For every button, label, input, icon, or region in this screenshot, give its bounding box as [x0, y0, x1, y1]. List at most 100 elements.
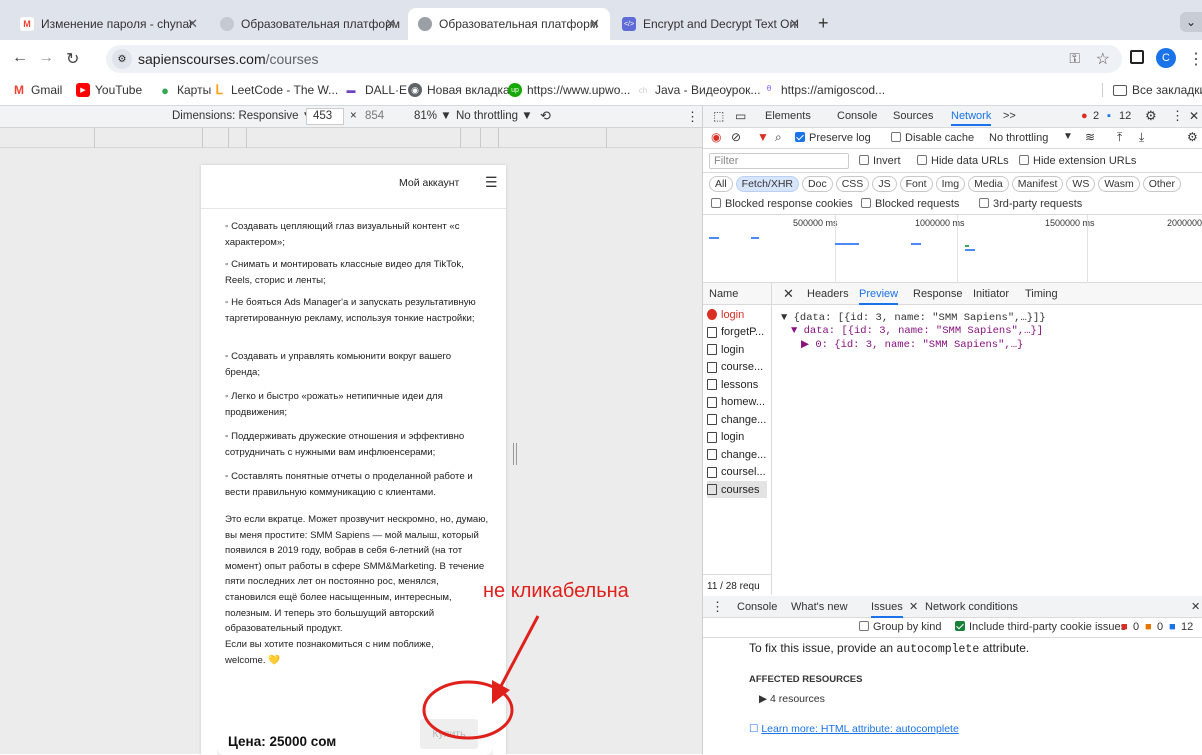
error-count[interactable]: 2: [1093, 110, 1099, 122]
blocked-cookies-checkbox[interactable]: Blocked response cookies: [711, 198, 853, 210]
bookmark-java[interactable]: ch Java - Видеоурок...: [636, 83, 761, 97]
request-row[interactable]: change...: [707, 446, 767, 463]
bookmark-youtube[interactable]: ▶ YouTube: [76, 83, 142, 97]
type-filter-img[interactable]: Img: [935, 176, 966, 192]
zoom-select[interactable]: 81% ▼: [414, 110, 452, 122]
bookmark-amigos[interactable]: ᶿ https://amigoscod...: [762, 83, 885, 97]
name-column-header[interactable]: Name: [709, 288, 738, 300]
invert-checkbox[interactable]: Invert: [859, 155, 901, 167]
tab-headers[interactable]: Headers: [807, 288, 849, 300]
preview-line-1[interactable]: ▼ data: [{id: 3, name: "SMM Sapiens",…}]: [791, 325, 1043, 337]
type-filter-font[interactable]: Font: [899, 176, 933, 192]
tab-0[interactable]: M Изменение пароля - chynar ✕: [10, 8, 208, 40]
tab-initiator[interactable]: Initiator: [973, 288, 1009, 300]
forward-icon[interactable]: →: [38, 49, 54, 67]
key-icon[interactable]: ⚿: [1069, 50, 1080, 67]
drawer-tab-console[interactable]: Console: [737, 601, 777, 613]
type-filter-ws[interactable]: WS: [1066, 176, 1096, 192]
hamburger-menu-icon[interactable]: ☰: [485, 174, 498, 191]
close-icon[interactable]: ✕: [789, 16, 800, 32]
all-bookmarks[interactable]: Все закладки: [1102, 83, 1202, 97]
drawer-tab-network-conditions[interactable]: Network conditions: [925, 601, 1018, 613]
type-filter-other[interactable]: Other: [1142, 176, 1181, 192]
inspect-icon[interactable]: ⬚: [713, 109, 724, 123]
drawer-tab-whats-new[interactable]: What's new: [791, 601, 848, 613]
wifi-icon[interactable]: ≋: [1085, 130, 1095, 144]
search-icon[interactable]: ⌕: [775, 130, 782, 145]
bookmark-newtab[interactable]: ◉ Новая вкладка: [408, 83, 510, 97]
request-row[interactable]: homew...: [707, 394, 767, 411]
request-row[interactable]: courses: [707, 481, 767, 498]
close-issues-icon[interactable]: ✕: [909, 600, 918, 613]
bookmark-dalle[interactable]: ▬ DALL·E: [342, 83, 408, 97]
drawer-menu-icon[interactable]: ⋮: [711, 599, 724, 615]
tab-response[interactable]: Response: [913, 288, 963, 300]
rotate-icon[interactable]: ⟲: [540, 108, 551, 124]
type-filter-doc[interactable]: Doc: [802, 176, 833, 192]
type-filter-js[interactable]: JS: [872, 176, 897, 192]
type-filter-manifest[interactable]: Manifest: [1011, 176, 1064, 192]
tab-preview[interactable]: Preview: [859, 288, 899, 305]
request-row[interactable]: lessons: [707, 376, 767, 393]
new-tab-button[interactable]: +: [818, 13, 829, 34]
menu-icon[interactable]: ⋮: [1188, 49, 1202, 69]
type-filter-all[interactable]: All: [709, 176, 733, 192]
back-icon[interactable]: ←: [12, 49, 28, 67]
preview-line-0[interactable]: ▼ {data: [{id: 3, name: "SMM Sapiens",…}…: [781, 312, 1046, 324]
tab-elements[interactable]: Elements: [765, 110, 811, 122]
bookmark-maps[interactable]: ● Карты: [158, 83, 211, 98]
request-row[interactable]: login: [707, 341, 767, 358]
network-settings-icon[interactable]: ⚙: [1187, 130, 1198, 144]
kebab-icon[interactable]: ⋮: [1171, 108, 1184, 124]
close-drawer-icon[interactable]: ✕: [1191, 600, 1200, 613]
clear-icon[interactable]: ⊘: [731, 130, 741, 144]
message-count[interactable]: 12: [1119, 110, 1131, 122]
request-row[interactable]: coursel...: [707, 464, 767, 481]
more-options-icon[interactable]: ⋮: [686, 109, 699, 125]
blocked-requests-checkbox[interactable]: Blocked requests: [861, 198, 959, 210]
close-devtools-icon[interactable]: ✕: [1189, 109, 1199, 123]
tab-search-icon[interactable]: ⌄: [1180, 12, 1202, 32]
dimensions-select[interactable]: Dimensions: Responsive ▼: [172, 110, 313, 122]
preserve-log-checkbox[interactable]: Preserve log: [795, 132, 871, 144]
network-throttling-select[interactable]: No throttling: [989, 132, 1048, 144]
device-toggle-icon[interactable]: ▭: [735, 109, 746, 123]
request-row[interactable]: change...: [707, 411, 767, 428]
tab-network[interactable]: Network: [951, 110, 992, 126]
tab-2-active[interactable]: Образовательная платформ ✕: [408, 8, 610, 40]
request-row[interactable]: forgetP...: [707, 324, 767, 341]
close-icon[interactable]: ✕: [589, 16, 600, 32]
download-icon[interactable]: ⤓: [1139, 130, 1144, 145]
tab-3[interactable]: </> Encrypt and Decrypt Text Onl ✕: [612, 8, 810, 40]
filter-input[interactable]: Filter: [709, 153, 849, 169]
tab-console[interactable]: Console: [837, 110, 877, 122]
resources-toggle[interactable]: ▶ 4 resources: [759, 693, 825, 705]
address-bar[interactable]: ⚙ sapienscourses.com/courses ⚿ ☆: [106, 45, 1122, 73]
hide-data-urls-checkbox[interactable]: Hide data URLs: [917, 155, 1009, 167]
bookmark-leetcode[interactable]: ᒪ LeetCode - The W...: [212, 82, 338, 97]
type-filter-fetch-xhr[interactable]: Fetch/XHR: [735, 176, 800, 192]
tab-1[interactable]: Образовательная платформ ✕: [210, 8, 406, 40]
third-party-checkbox[interactable]: 3rd-party requests: [979, 198, 1082, 210]
disable-cache-checkbox[interactable]: Disable cache: [891, 132, 974, 144]
height-input[interactable]: 854: [360, 108, 406, 125]
star-icon[interactable]: ☆: [1096, 49, 1110, 69]
site-info-icon[interactable]: ⚙: [112, 49, 132, 69]
type-filter-wasm[interactable]: Wasm: [1098, 176, 1140, 192]
upload-icon[interactable]: ⤒: [1117, 130, 1122, 145]
throttling-select[interactable]: No throttling ▼: [456, 110, 533, 122]
include-third-party-checkbox[interactable]: Include third-party cookie issues: [955, 621, 1126, 633]
hide-extension-urls-checkbox[interactable]: Hide extension URLs: [1019, 155, 1136, 167]
timeline-overview[interactable]: 500000 ms 1000000 ms 1500000 ms 2000000: [703, 215, 1202, 283]
type-filter-css[interactable]: CSS: [835, 176, 870, 192]
record-icon[interactable]: ◉: [711, 130, 721, 144]
resize-handle[interactable]: [513, 443, 517, 465]
profile-avatar[interactable]: C: [1156, 48, 1176, 68]
account-button[interactable]: Мой аккаунт: [399, 177, 459, 189]
close-icon[interactable]: ✕: [385, 16, 396, 32]
learn-more-link[interactable]: ☐ Learn more: HTML attribute: autocomple…: [749, 723, 959, 735]
type-filter-media[interactable]: Media: [968, 176, 1009, 192]
request-row[interactable]: course...: [707, 359, 767, 376]
settings-icon[interactable]: ⚙: [1145, 108, 1157, 124]
group-by-kind-checkbox[interactable]: Group by kind: [859, 621, 941, 633]
